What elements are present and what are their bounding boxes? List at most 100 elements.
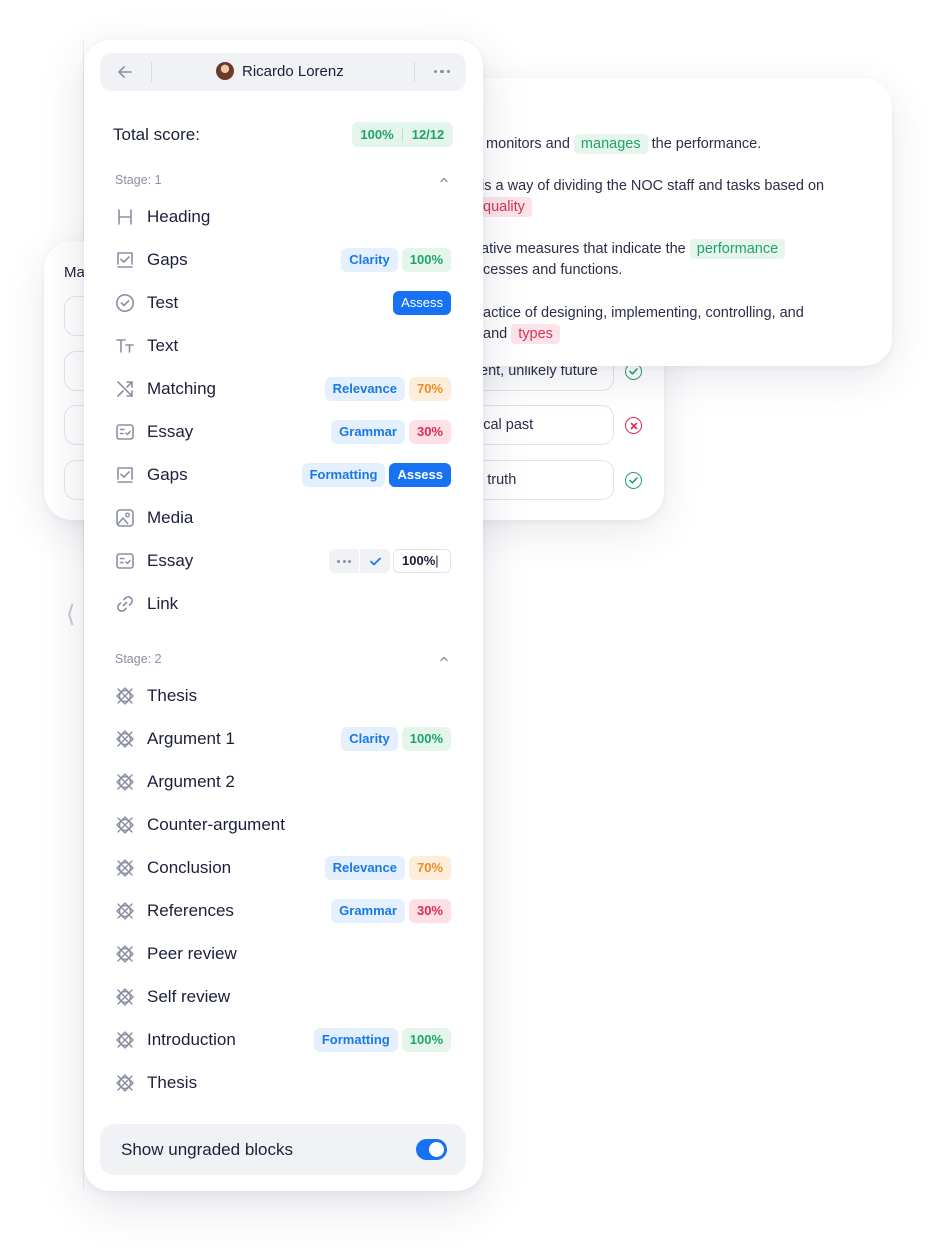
block-row[interactable]: Text xyxy=(115,331,451,361)
gap-sentence: ative measures that indicate the perform… xyxy=(481,239,786,259)
block-row[interactable]: Argument 1 Clarity 100% xyxy=(115,724,451,754)
chevron-up-icon[interactable] xyxy=(438,176,450,184)
block-row[interactable]: Self review xyxy=(115,982,451,1012)
block-label: Peer review xyxy=(147,944,237,963)
matching-card-title: Ma xyxy=(64,264,85,281)
essay-icon xyxy=(116,424,134,440)
more-options-icon[interactable] xyxy=(434,70,451,74)
show-ungraded-toggle[interactable] xyxy=(416,1139,447,1160)
total-score-label: Total score: xyxy=(113,125,200,144)
ungraded-block-icon xyxy=(116,816,134,834)
criterion-tag: Formatting xyxy=(313,1028,398,1052)
ungraded-block-icon xyxy=(116,988,134,1006)
score-badge: 100% xyxy=(401,248,451,272)
gap-sentence: actice of designing, implementing, contr… xyxy=(483,305,804,321)
toggle-knob xyxy=(429,1142,444,1157)
matching-shuffle-icon xyxy=(117,381,133,397)
incorrect-x-icon xyxy=(625,417,642,434)
block-row[interactable]: Conclusion Relevance 70% xyxy=(115,853,451,883)
block-label: Essay xyxy=(147,551,194,570)
block-row[interactable]: Heading xyxy=(115,202,451,232)
block-row[interactable]: Essay Grammar 30% xyxy=(115,417,451,447)
gap-sentence: quality xyxy=(476,197,532,217)
media-icon xyxy=(116,509,134,527)
ungraded-block-icon xyxy=(116,859,134,877)
block-row[interactable]: Thesis xyxy=(115,681,451,711)
chevron-up-icon[interactable] xyxy=(438,655,450,663)
block-row[interactable]: Test Assess xyxy=(115,288,451,318)
block-row[interactable]: Thesis xyxy=(115,1068,451,1098)
test-check-icon xyxy=(116,294,134,312)
more-options-icon[interactable] xyxy=(329,549,359,573)
criterion-tag: Grammar xyxy=(331,899,405,923)
block-label: References xyxy=(147,901,234,920)
confirm-check-icon[interactable] xyxy=(360,549,390,573)
ungraded-block-icon xyxy=(116,902,134,920)
score-badge: 100% xyxy=(401,727,451,751)
block-label: Thesis xyxy=(147,686,198,705)
criterion-tag: Grammar xyxy=(331,420,405,444)
text-icon xyxy=(116,339,134,353)
block-label: Self review xyxy=(147,987,231,1006)
stage-label: Stage: 2 xyxy=(115,652,162,666)
block-row[interactable]: Gaps Formatting Assess xyxy=(115,460,451,490)
ungraded-block-icon xyxy=(116,1074,134,1092)
block-label: Thesis xyxy=(147,1073,198,1092)
divider xyxy=(151,62,152,82)
gap-sentence: t monitors and manages the performance. xyxy=(478,134,762,154)
gap-sentence: and types xyxy=(483,324,560,344)
grading-panel: Ricardo Lorenz Total score: 100% 12/12 S… xyxy=(84,40,483,1191)
block-label: Introduction xyxy=(147,1030,236,1049)
assess-button[interactable]: Assess xyxy=(389,463,451,487)
block-label: Link xyxy=(147,594,179,613)
total-score-percent: 100% xyxy=(360,127,394,142)
block-label: Counter-argument xyxy=(147,815,285,834)
score-badge: 30% xyxy=(408,420,451,444)
show-ungraded-toggle-row: Show ungraded blocks xyxy=(100,1124,466,1175)
criterion-tag: Clarity xyxy=(341,248,398,272)
score-editor: 100%| xyxy=(329,549,451,573)
back-arrow-icon[interactable] xyxy=(116,62,134,82)
correct-check-icon xyxy=(625,472,642,489)
block-row[interactable]: Media xyxy=(115,503,451,533)
ungraded-block-icon xyxy=(116,730,134,748)
ungraded-block-icon xyxy=(116,945,134,963)
gaps-icon xyxy=(117,252,133,268)
block-row[interactable]: Gaps Clarity 100% xyxy=(115,245,451,275)
link-icon xyxy=(117,596,133,612)
student-selector[interactable]: Ricardo Lorenz xyxy=(216,62,344,80)
block-row[interactable]: Matching Relevance 70% xyxy=(115,374,451,404)
block-label: Heading xyxy=(147,207,211,226)
gap-correct: manages xyxy=(573,134,648,154)
block-label: Argument 2 xyxy=(147,772,235,791)
avatar xyxy=(216,62,234,80)
block-row[interactable]: Argument 2 xyxy=(115,767,451,797)
block-row[interactable]: References Grammar 30% xyxy=(115,896,451,926)
total-score-badge: 100% 12/12 xyxy=(352,122,453,147)
criterion-tag: Relevance xyxy=(324,856,405,880)
total-score-count: 12/12 xyxy=(411,127,445,142)
essay-icon xyxy=(116,553,134,569)
gap-sentence: cesses and functions. xyxy=(483,262,623,278)
block-label: Media xyxy=(147,508,194,527)
block-label: Gaps xyxy=(147,250,188,269)
gap-incorrect: types xyxy=(511,324,560,344)
block-row[interactable]: Introduction Formatting 100% xyxy=(115,1025,451,1055)
block-row[interactable]: Essay 100%| xyxy=(115,546,451,576)
assess-button[interactable]: Assess xyxy=(393,291,451,315)
criterion-tag: Relevance xyxy=(324,377,405,401)
block-row[interactable]: Link xyxy=(115,589,451,619)
block-label: Conclusion xyxy=(147,858,232,877)
score-input[interactable]: 100%| xyxy=(393,549,451,573)
gaps-icon xyxy=(117,467,133,483)
block-label: Text xyxy=(147,336,179,355)
ungraded-block-icon xyxy=(116,1031,134,1049)
block-row[interactable]: Counter-argument xyxy=(115,810,451,840)
score-badge: 30% xyxy=(408,899,451,923)
block-row[interactable]: Peer review xyxy=(115,939,451,969)
score-badge: 70% xyxy=(408,856,451,880)
gap-sentence: is a way of dividing the NOC staff and t… xyxy=(481,178,825,194)
ungraded-block-icon xyxy=(116,687,134,705)
gap-correct: performance xyxy=(689,239,786,259)
score-badge: 100% xyxy=(401,1028,451,1052)
